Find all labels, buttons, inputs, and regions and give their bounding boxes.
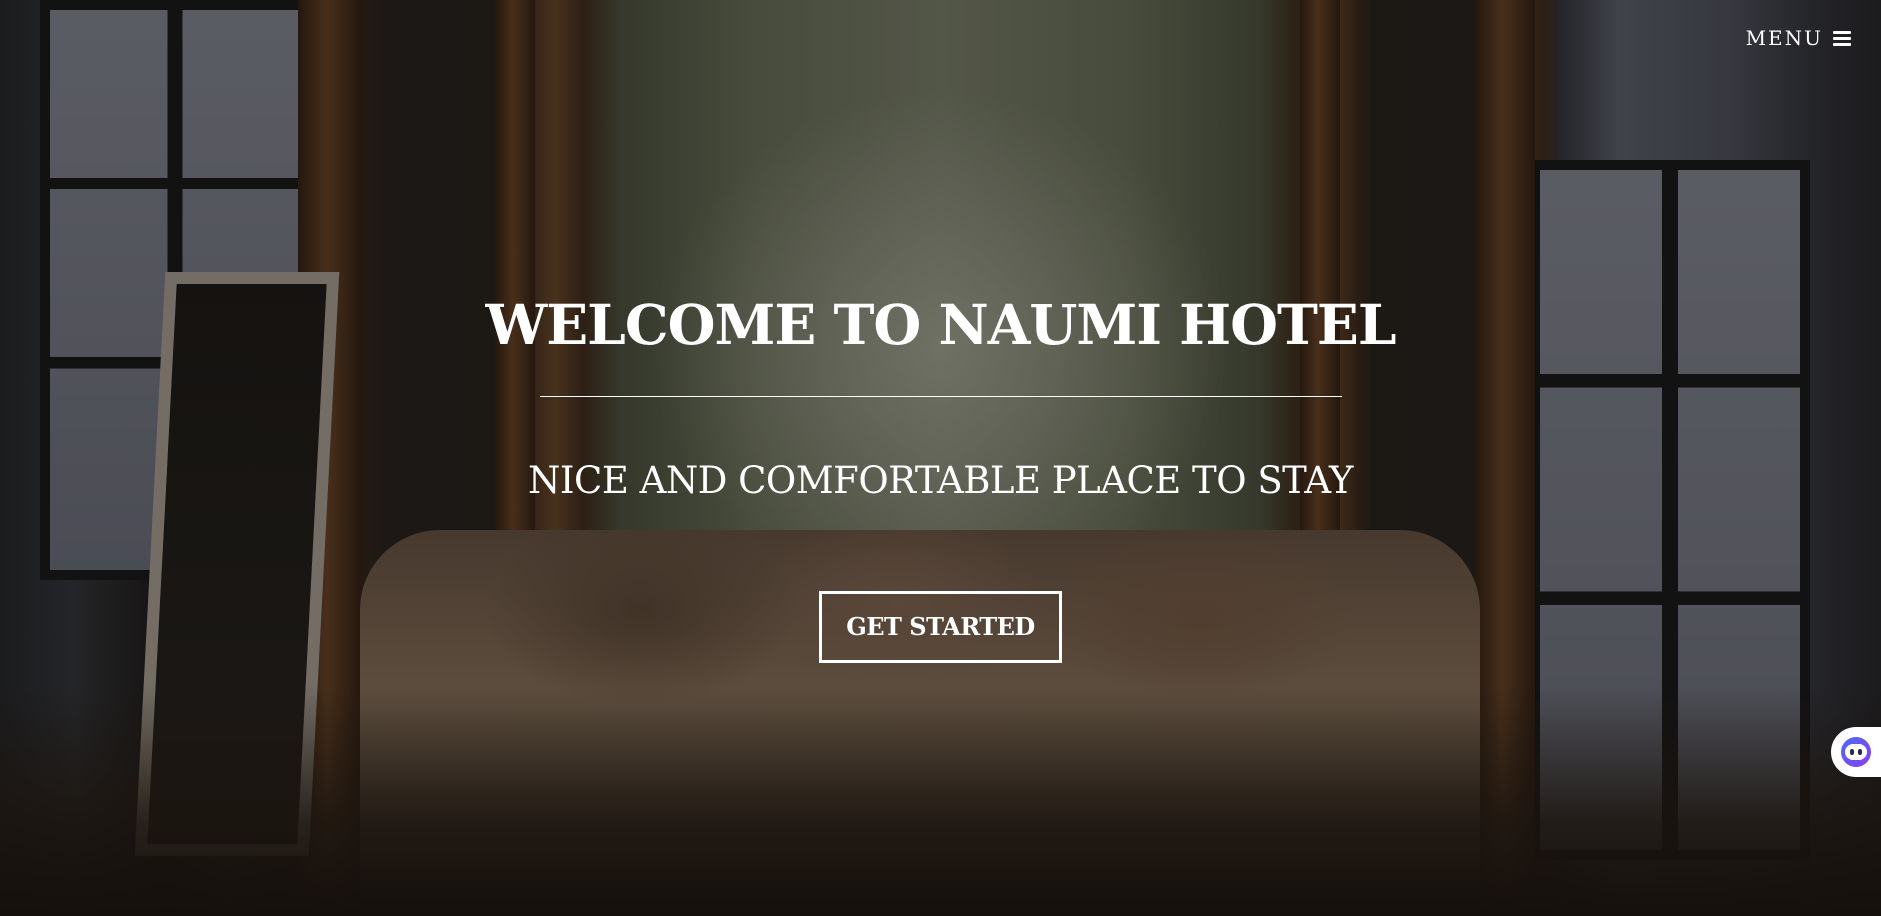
menu-label: MENU	[1745, 26, 1823, 50]
chat-widget-button[interactable]	[1831, 727, 1881, 777]
get-started-button[interactable]: GET STARTED	[819, 591, 1062, 663]
hamburger-icon	[1833, 30, 1851, 46]
chatbot-face-icon	[1841, 737, 1871, 767]
hero-divider	[539, 396, 1342, 397]
hero-section: MENU WELCOME TO NAUMI HOTEL NICE AND COM…	[0, 0, 1881, 916]
menu-button[interactable]: MENU	[1746, 26, 1851, 50]
hero-content: WELCOME TO NAUMI HOTEL NICE AND COMFORTA…	[0, 288, 1881, 663]
hero-title: WELCOME TO NAUMI HOTEL	[485, 292, 1396, 357]
hero-subtitle: NICE AND COMFORTABLE PLACE TO STAY	[528, 459, 1353, 502]
